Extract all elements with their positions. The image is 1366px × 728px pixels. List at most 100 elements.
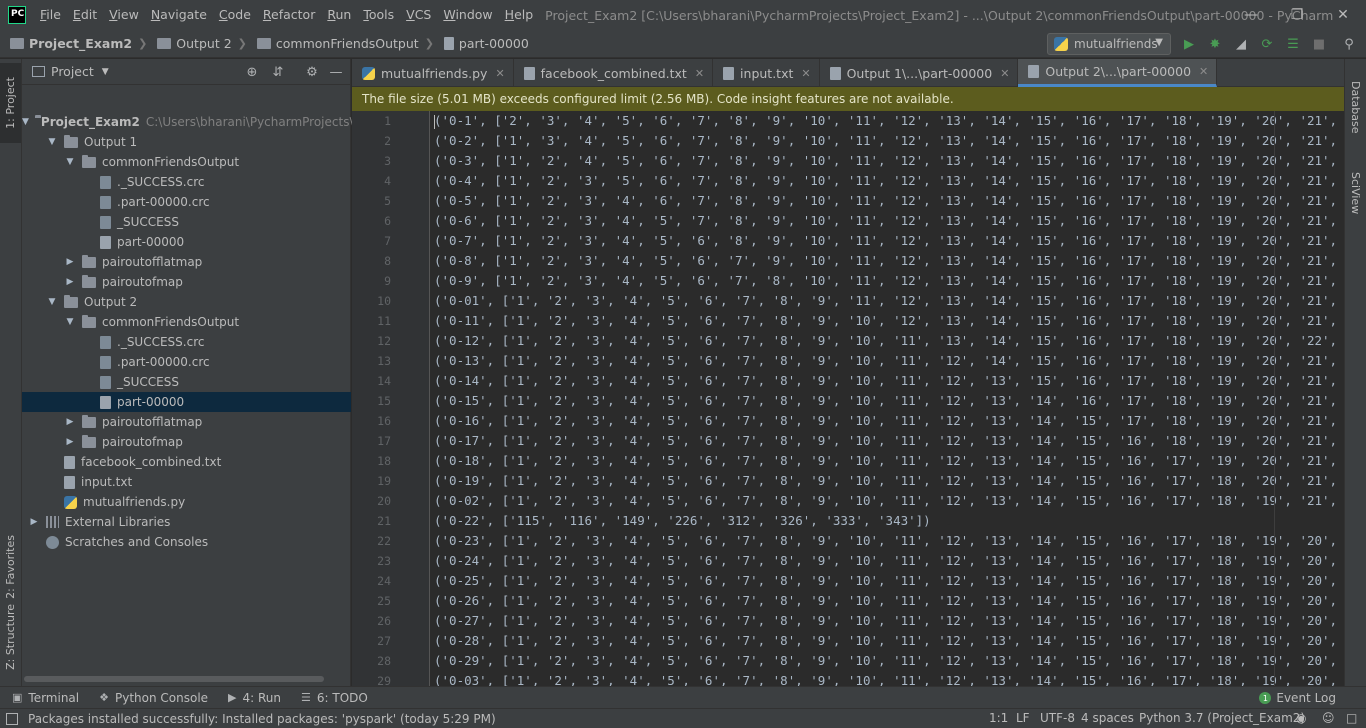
locate-icon[interactable]: ⊕	[244, 64, 260, 80]
restore-icon[interactable]: ❐	[1274, 0, 1320, 30]
event-log-button[interactable]: 1 Event Log	[1259, 691, 1336, 705]
code-line[interactable]: ('0-25', ['1', '2', '3', '4', '5', '6', …	[434, 571, 1344, 591]
code-line[interactable]: ('0-23', ['1', '2', '3', '4', '5', '6', …	[434, 531, 1344, 551]
menu-edit[interactable]: Edit	[67, 0, 103, 30]
concurrency-icon[interactable]: ☰	[1285, 36, 1301, 52]
code-editor[interactable]: ('0-1', ['2', '3', '4', '5', '6', '7', '…	[430, 111, 1344, 686]
menu-run[interactable]: Run	[321, 0, 357, 30]
collapse-arrow-icon[interactable]: ▶	[64, 417, 76, 427]
breadcrumb-output2[interactable]: Output 2 ❯	[147, 36, 247, 51]
tool-tab-project[interactable]: 1: Project	[0, 63, 21, 143]
breadcrumb-commonfriendsoutput[interactable]: commonFriendsOutput ❯	[247, 36, 434, 51]
menu-navigate[interactable]: Navigate	[145, 0, 213, 30]
search-icon[interactable]: ⚲	[1341, 36, 1357, 52]
code-line[interactable]: ('0-2', ['1', '3', '4', '5', '6', '7', '…	[434, 131, 1344, 151]
tree-item[interactable]: ▼ Output 1	[22, 132, 351, 152]
editor-tab[interactable]: input.txt ✕	[713, 59, 820, 87]
collapse-arrow-icon[interactable]: ▶	[64, 257, 76, 267]
editor-tab[interactable]: Output 2\...\part-00000 ✕	[1018, 59, 1218, 87]
code-line[interactable]: ('0-19', ['1', '2', '3', '4', '5', '6', …	[434, 471, 1344, 491]
line-separator[interactable]: LF	[1016, 711, 1030, 725]
code-line[interactable]: ('0-5', ['1', '2', '3', '4', '6', '7', '…	[434, 191, 1344, 211]
tree-item[interactable]: part-00000	[22, 392, 351, 412]
code-line[interactable]: ('0-22', ['115', '116', '149', '226', '3…	[434, 511, 931, 531]
profile-icon[interactable]: ⟳	[1259, 36, 1275, 52]
menu-vcs[interactable]: VCS	[400, 0, 437, 30]
collapse-all-icon[interactable]: ⇵	[270, 64, 286, 80]
collapse-arrow-icon[interactable]: ▶	[28, 517, 40, 527]
coverage-icon[interactable]: ◢	[1233, 36, 1249, 52]
code-line[interactable]: ('0-26', ['1', '2', '3', '4', '5', '6', …	[434, 591, 1344, 611]
minimize-icon[interactable]: —	[1228, 0, 1274, 30]
tree-item[interactable]: ▶ pairoutofflatmap	[22, 412, 351, 432]
tree-item[interactable]: ▼ commonFriendsOutput	[22, 312, 351, 332]
code-line[interactable]: ('0-01', ['1', '2', '3', '4', '5', '6', …	[434, 291, 1344, 311]
menu-tools[interactable]: Tools	[357, 0, 400, 30]
collapse-arrow-icon[interactable]: ▶	[64, 437, 76, 447]
lock-icon[interactable]: ◉	[1296, 711, 1306, 725]
chevron-down-icon[interactable]: ▼	[102, 67, 109, 77]
tool-window-4-run[interactable]: ▶ 4: Run	[228, 691, 281, 705]
tree-item[interactable]: ▼ commonFriendsOutput	[22, 152, 351, 172]
tree-item[interactable]: ▶ External Libraries	[22, 512, 351, 532]
tool-window-6-todo[interactable]: ☰ 6: TODO	[301, 691, 368, 705]
code-line[interactable]: ('0-03', ['1', '2', '3', '4', '5', '6', …	[434, 671, 1344, 686]
code-line[interactable]: ('0-6', ['1', '2', '3', '4', '5', '7', '…	[434, 211, 1344, 231]
code-line[interactable]: ('0-24', ['1', '2', '3', '4', '5', '6', …	[434, 551, 1344, 571]
code-line[interactable]: ('0-1', ['2', '3', '4', '5', '6', '7', '…	[434, 111, 1344, 131]
code-line[interactable]: ('0-27', ['1', '2', '3', '4', '5', '6', …	[434, 611, 1344, 631]
tree-item[interactable]: ._SUCCESS.crc	[22, 332, 351, 352]
close-tab-icon[interactable]: ✕	[495, 67, 504, 80]
code-line[interactable]: ('0-02', ['1', '2', '3', '4', '5', '6', …	[434, 491, 1344, 511]
expand-arrow-icon[interactable]: ▼	[46, 137, 58, 147]
tree-item[interactable]: ▶ pairoutofmap	[22, 272, 351, 292]
code-line[interactable]: ('0-11', ['1', '2', '3', '4', '5', '6', …	[434, 311, 1344, 331]
inspector-icon[interactable]: ☺	[1322, 711, 1335, 725]
breadcrumb-file[interactable]: part-00000	[434, 36, 529, 51]
indent-setting[interactable]: 4 spaces	[1081, 711, 1134, 725]
tree-item[interactable]: ._SUCCESS.crc	[22, 172, 351, 192]
code-line[interactable]: ('0-7', ['1', '2', '3', '4', '5', '6', '…	[434, 231, 1344, 251]
tree-item[interactable]: ▼ Output 2	[22, 292, 351, 312]
expand-arrow-icon[interactable]: ▼	[46, 297, 58, 307]
file-encoding[interactable]: UTF-8	[1040, 711, 1075, 725]
code-line[interactable]: ('0-28', ['1', '2', '3', '4', '5', '6', …	[434, 631, 1344, 651]
code-line[interactable]: ('0-14', ['1', '2', '3', '4', '5', '6', …	[434, 371, 1344, 391]
tool-window-python-console[interactable]: ❖ Python Console	[99, 691, 208, 705]
code-line[interactable]: ('0-15', ['1', '2', '3', '4', '5', '6', …	[434, 391, 1344, 411]
tree-item[interactable]: .part-00000.crc	[22, 192, 351, 212]
code-line[interactable]: ('0-4', ['1', '2', '3', '5', '6', '7', '…	[434, 171, 1344, 191]
tree-item[interactable]: _SUCCESS	[22, 372, 351, 392]
menu-refactor[interactable]: Refactor	[257, 0, 321, 30]
code-line[interactable]: ('0-18', ['1', '2', '3', '4', '5', '6', …	[434, 451, 1344, 471]
collapse-arrow-icon[interactable]: ▶	[64, 277, 76, 287]
tree-item[interactable]: mutualfriends.py	[22, 492, 351, 512]
run-icon[interactable]: ▶	[1181, 36, 1197, 52]
menu-help[interactable]: Help	[499, 0, 540, 30]
tree-item[interactable]: ▼ Project_Exam2 C:\Users\bharani\PycharmPr…	[22, 112, 373, 132]
tree-item[interactable]: input.txt	[22, 472, 351, 492]
expand-arrow-icon[interactable]: ▼	[22, 117, 29, 127]
code-line[interactable]: ('0-9', ['1', '2', '3', '4', '5', '6', '…	[434, 271, 1344, 291]
menu-file[interactable]: File	[34, 0, 67, 30]
tool-window-terminal[interactable]: ▣ Terminal	[12, 691, 79, 705]
run-configuration-select[interactable]: mutualfriends ▼	[1047, 33, 1171, 55]
breadcrumb-project[interactable]: Project_Exam2 ❯	[0, 36, 147, 51]
notifications-icon[interactable]: □	[1346, 711, 1357, 725]
code-line[interactable]: ('0-29', ['1', '2', '3', '4', '5', '6', …	[434, 651, 1344, 671]
editor-tab[interactable]: Output 1\...\part-00000 ✕	[820, 59, 1019, 87]
editor-tab[interactable]: mutualfriends.py ✕	[352, 59, 514, 87]
code-line[interactable]: ('0-12', ['1', '2', '3', '4', '5', '6', …	[434, 331, 1344, 351]
debug-icon[interactable]: ✸	[1207, 36, 1223, 52]
expand-arrow-icon[interactable]: ▼	[64, 157, 76, 167]
tree-item[interactable]: Scratches and Consoles	[22, 532, 351, 552]
hide-panel-icon[interactable]: —	[328, 64, 344, 80]
close-tab-icon[interactable]: ✕	[1000, 67, 1009, 80]
menu-window[interactable]: Window	[437, 0, 498, 30]
expand-arrow-icon[interactable]: ▼	[64, 317, 76, 327]
tree-item[interactable]: .part-00000.crc	[22, 352, 351, 372]
code-line[interactable]: ('0-3', ['1', '2', '4', '5', '6', '7', '…	[434, 151, 1344, 171]
cursor-position[interactable]: 1:1	[989, 711, 1008, 725]
code-line[interactable]: ('0-16', ['1', '2', '3', '4', '5', '6', …	[434, 411, 1344, 431]
tree-item[interactable]: _SUCCESS	[22, 212, 351, 232]
